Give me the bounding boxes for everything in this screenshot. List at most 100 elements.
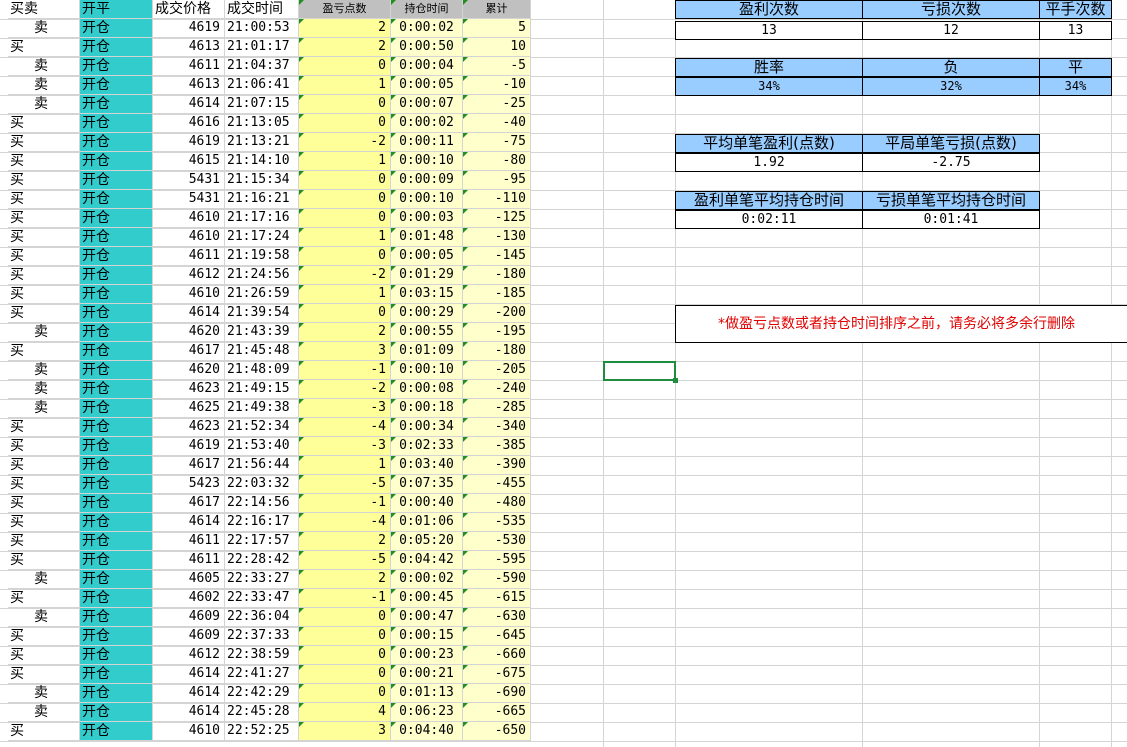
cell-pnl[interactable]: -2 [299,380,391,399]
cell-oc[interactable]: 开仓 [80,399,153,418]
cell-hold[interactable]: 0:01:48 [391,228,463,247]
cell-pnl[interactable]: 0 [299,247,391,266]
cell-time[interactable]: 21:43:39 [225,323,299,342]
cell-hold[interactable]: 0:01:13 [391,684,463,703]
cell-side[interactable]: 买 [8,247,80,266]
cell-price[interactable]: 4623 [153,418,225,437]
cell-oc[interactable]: 开仓 [80,266,153,285]
cell-oc[interactable]: 开仓 [80,342,153,361]
cell-pnl[interactable]: -4 [299,513,391,532]
cell-hold[interactable]: 0:00:47 [391,608,463,627]
cell-hold[interactable]: 0:00:05 [391,76,463,95]
cell-side[interactable]: 买 [8,532,80,551]
cell-price[interactable]: 4625 [153,399,225,418]
cell-time[interactable]: 22:41:27 [225,665,299,684]
cell-cum[interactable]: -385 [463,437,531,456]
cell-hold[interactable]: 0:00:07 [391,95,463,114]
cell-oc[interactable]: 开仓 [80,589,153,608]
cell-cum[interactable]: -455 [463,475,531,494]
cell-time[interactable]: 21:13:05 [225,114,299,133]
cell-hold[interactable]: 0:00:23 [391,646,463,665]
cell-price[interactable]: 4619 [153,19,225,38]
cell-pnl[interactable]: 3 [299,722,391,741]
cell-hold[interactable]: 0:00:40 [391,494,463,513]
cell-side[interactable]: 买 [8,646,80,665]
cell-time[interactable]: 21:19:58 [225,247,299,266]
cell-cum[interactable]: -615 [463,589,531,608]
cell-price[interactable]: 4610 [153,228,225,247]
cell-oc[interactable]: 开仓 [80,209,153,228]
cell-oc[interactable]: 开仓 [80,456,153,475]
cell-pnl[interactable]: 0 [299,57,391,76]
cell-oc[interactable]: 开仓 [80,95,153,114]
cell-pnl[interactable]: 2 [299,532,391,551]
cell-price[interactable]: 4623 [153,380,225,399]
col-header-side[interactable]: 买卖 [8,0,80,19]
cell-price[interactable]: 4613 [153,76,225,95]
cell-hold[interactable]: 0:01:06 [391,513,463,532]
cell-pnl[interactable]: 2 [299,323,391,342]
cell-time[interactable]: 21:39:54 [225,304,299,323]
cell-cum[interactable]: -200 [463,304,531,323]
cell-hold[interactable]: 0:00:15 [391,627,463,646]
cell-price[interactable]: 4619 [153,133,225,152]
cell-cum[interactable]: -650 [463,722,531,741]
cell-price[interactable]: 4620 [153,323,225,342]
cell-cum[interactable]: -595 [463,551,531,570]
cell-hold[interactable]: 0:00:04 [391,57,463,76]
cell-time[interactable]: 21:48:09 [225,361,299,380]
cell-oc[interactable]: 开仓 [80,380,153,399]
cell-side[interactable]: 买 [8,551,80,570]
cell-pnl[interactable]: -2 [299,133,391,152]
cell-hold[interactable]: 0:00:34 [391,418,463,437]
cell-pnl[interactable]: 1 [299,76,391,95]
cell-hold[interactable]: 0:01:09 [391,342,463,361]
cell-time[interactable]: 22:16:17 [225,513,299,532]
cell-oc[interactable]: 开仓 [80,627,153,646]
col-header-open-close[interactable]: 开平 [80,0,153,19]
cell-pnl[interactable]: 2 [299,19,391,38]
cell-side[interactable]: 买 [8,494,80,513]
cell-oc[interactable]: 开仓 [80,152,153,171]
cell-side[interactable]: 买 [8,589,80,608]
cell-pnl[interactable]: 2 [299,570,391,589]
cell-price[interactable]: 5431 [153,190,225,209]
cell-time[interactable]: 21:26:59 [225,285,299,304]
cell-price[interactable]: 4610 [153,722,225,741]
cell-hold[interactable]: 0:03:15 [391,285,463,304]
cell-price[interactable]: 4617 [153,456,225,475]
cell-hold[interactable]: 0:06:23 [391,703,463,722]
cell-side[interactable]: 卖 [8,19,80,38]
cell-side[interactable]: 买 [8,228,80,247]
cell-side[interactable]: 买 [8,722,80,741]
cell-price[interactable]: 4614 [153,684,225,703]
cell-price[interactable]: 4611 [153,551,225,570]
cell-oc[interactable]: 开仓 [80,532,153,551]
cell-oc[interactable]: 开仓 [80,551,153,570]
cell-oc[interactable]: 开仓 [80,570,153,589]
cell-time[interactable]: 22:33:27 [225,570,299,589]
cell-price[interactable]: 4609 [153,608,225,627]
cell-oc[interactable]: 开仓 [80,665,153,684]
cell-pnl[interactable]: 2 [299,38,391,57]
cell-side[interactable]: 买 [8,475,80,494]
cell-oc[interactable]: 开仓 [80,133,153,152]
cell-oc[interactable]: 开仓 [80,646,153,665]
cell-side[interactable]: 卖 [8,380,80,399]
cell-side[interactable]: 买 [8,38,80,57]
cell-cum[interactable]: -665 [463,703,531,722]
cell-cum[interactable]: -590 [463,570,531,589]
cell-pnl[interactable]: 0 [299,209,391,228]
cell-hold[interactable]: 0:00:05 [391,247,463,266]
cell-price[interactable]: 4614 [153,665,225,684]
cell-pnl[interactable]: -3 [299,437,391,456]
cell-hold[interactable]: 0:00:08 [391,380,463,399]
cell-time[interactable]: 21:56:44 [225,456,299,475]
cell-oc[interactable]: 开仓 [80,418,153,437]
cell-side[interactable]: 卖 [8,95,80,114]
cell-oc[interactable]: 开仓 [80,285,153,304]
cell-time[interactable]: 21:16:21 [225,190,299,209]
cell-side[interactable]: 买 [8,209,80,228]
cell-time[interactable]: 22:36:04 [225,608,299,627]
cell-hold[interactable]: 0:03:40 [391,456,463,475]
